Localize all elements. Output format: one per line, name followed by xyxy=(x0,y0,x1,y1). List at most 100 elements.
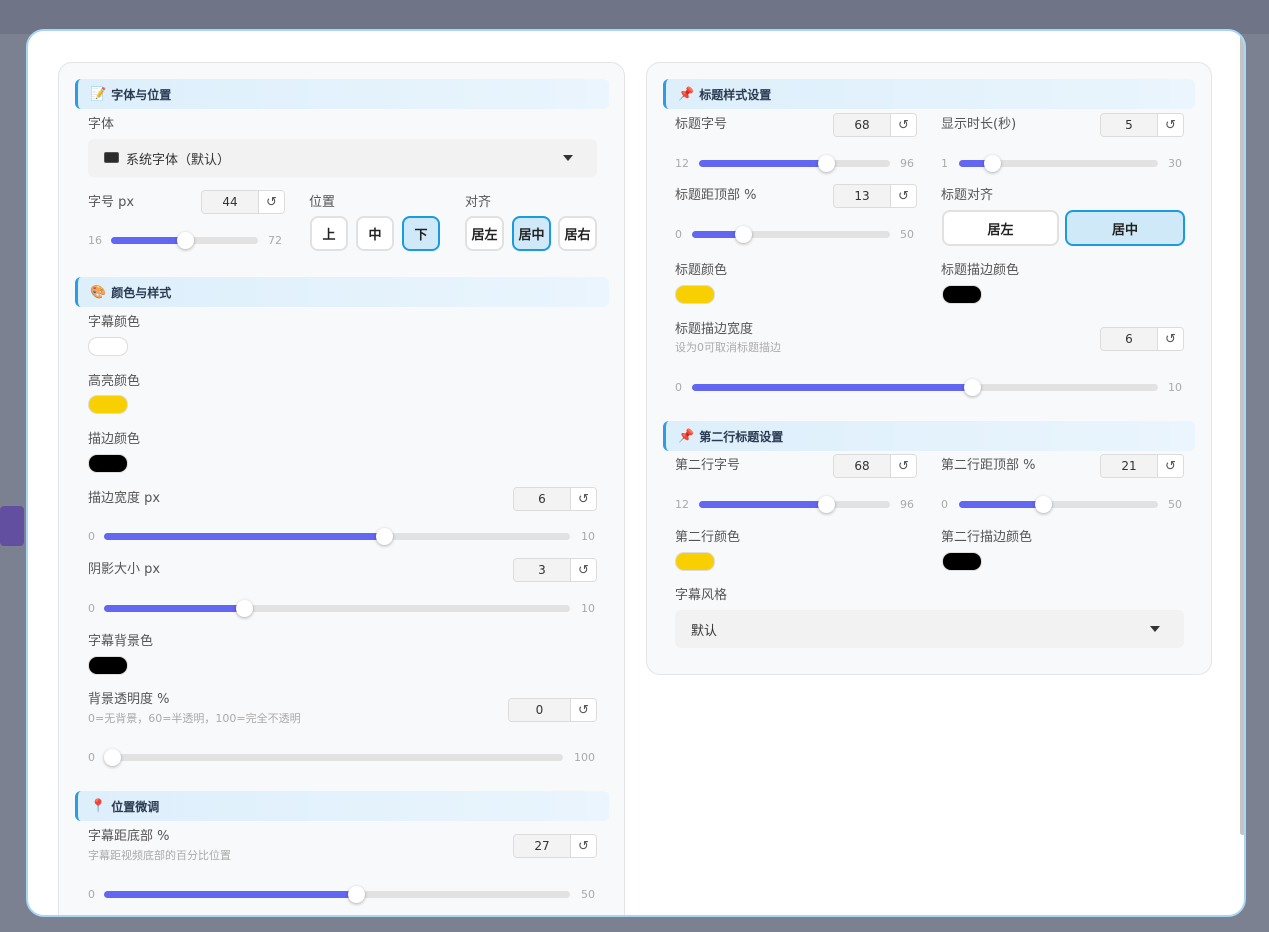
title-top-value[interactable]: 13 xyxy=(834,185,890,207)
second-top-min: 0 xyxy=(941,498,948,511)
duration-slider[interactable] xyxy=(959,155,1158,172)
title-stroke-width-slider[interactable] xyxy=(692,379,1158,396)
title-stroke-color-swatch[interactable] xyxy=(942,285,982,304)
slider-handle[interactable] xyxy=(176,232,194,249)
title-size-max: 96 xyxy=(900,157,914,170)
title-size-slider[interactable] xyxy=(699,155,890,172)
align-right-button[interactable]: 居右 xyxy=(558,216,597,251)
bg-opacity-input[interactable]: 0 ↺ xyxy=(508,698,597,722)
bg-opacity-slider[interactable] xyxy=(104,749,563,766)
slider-handle[interactable] xyxy=(963,379,981,396)
position-middle-button[interactable]: 中 xyxy=(356,216,394,251)
second-stroke-color-swatch[interactable] xyxy=(942,552,982,571)
pushpin-icon: 📌 xyxy=(678,428,695,444)
position-top-button[interactable]: 上 xyxy=(310,216,348,251)
reset-icon[interactable]: ↺ xyxy=(570,699,596,721)
slider-handle[interactable] xyxy=(818,155,836,172)
reset-icon[interactable]: ↺ xyxy=(1157,114,1183,136)
slider-handle[interactable] xyxy=(375,528,393,545)
background-decoration xyxy=(0,506,24,546)
title-stroke-width-min: 0 xyxy=(675,381,682,394)
slider-handle[interactable] xyxy=(104,749,121,766)
title-top-max: 50 xyxy=(900,228,914,241)
reset-icon[interactable]: ↺ xyxy=(570,835,596,857)
title-stroke-width-value[interactable]: 6 xyxy=(1101,328,1157,350)
second-color-label: 第二行颜色 xyxy=(675,530,741,545)
align-center-button[interactable]: 居中 xyxy=(512,216,551,251)
bg-opacity-value[interactable]: 0 xyxy=(509,699,570,721)
stroke-width-slider[interactable] xyxy=(104,528,570,545)
title-top-input[interactable]: 13 ↺ xyxy=(833,184,917,208)
title-top-slider[interactable] xyxy=(692,226,890,243)
second-top-value[interactable]: 21 xyxy=(1101,455,1157,477)
shadow-size-value[interactable]: 3 xyxy=(514,559,570,581)
second-color-swatch[interactable] xyxy=(675,552,715,571)
slider-handle[interactable] xyxy=(818,496,836,513)
font-select[interactable]: 系统字体（默认） xyxy=(88,139,597,177)
second-size-value[interactable]: 68 xyxy=(834,455,890,477)
section-title: 第二行标题设置 xyxy=(699,429,784,444)
highlight-color-swatch[interactable] xyxy=(88,395,128,414)
slider-handle[interactable] xyxy=(1034,496,1052,513)
bg-opacity-min: 0 xyxy=(88,751,95,764)
reset-icon[interactable]: ↺ xyxy=(890,455,916,477)
slider-handle[interactable] xyxy=(235,600,253,617)
font-size-slider[interactable] xyxy=(111,232,258,249)
stroke-color-swatch[interactable] xyxy=(88,454,128,473)
title-align-center-button[interactable]: 居中 xyxy=(1065,210,1185,246)
reset-icon[interactable]: ↺ xyxy=(570,559,596,581)
right-settings-panel: 📌 标题样式设置 标题字号 68 ↺ 12 96 显示时长(秒) 5 ↺ 1 3… xyxy=(646,62,1212,675)
bottom-offset-input[interactable]: 27 ↺ xyxy=(513,834,597,858)
bg-color-swatch[interactable] xyxy=(88,656,128,675)
duration-input[interactable]: 5 ↺ xyxy=(1100,113,1184,137)
highlight-color-label: 高亮颜色 xyxy=(88,374,141,389)
bottom-offset-value[interactable]: 27 xyxy=(514,835,570,857)
palette-icon: 🎨 xyxy=(90,284,107,300)
second-size-max: 96 xyxy=(900,498,914,511)
stroke-width-input[interactable]: 6 ↺ xyxy=(513,487,597,511)
shadow-size-max: 10 xyxy=(581,602,595,615)
stroke-color-label: 描边颜色 xyxy=(88,432,141,447)
reset-icon[interactable]: ↺ xyxy=(1157,455,1183,477)
font-size-min: 16 xyxy=(88,234,102,247)
reset-icon[interactable]: ↺ xyxy=(258,191,284,213)
shadow-size-slider[interactable] xyxy=(104,600,570,617)
title-stroke-width-input[interactable]: 6 ↺ xyxy=(1100,327,1184,351)
font-size-max: 72 xyxy=(268,234,282,247)
font-size-value[interactable]: 44 xyxy=(202,191,258,213)
subtitle-settings-modal: 📝 字体与位置 字体 系统字体（默认） 字号 px 44 ↺ 16 72 位置 … xyxy=(26,29,1246,917)
bottom-offset-min: 0 xyxy=(88,888,95,901)
subtitle-color-swatch[interactable] xyxy=(88,337,128,356)
duration-value[interactable]: 5 xyxy=(1101,114,1157,136)
title-size-value[interactable]: 68 xyxy=(834,114,890,136)
stroke-width-label: 描边宽度 px xyxy=(88,491,161,506)
second-size-slider[interactable] xyxy=(699,496,890,513)
bottom-offset-slider[interactable] xyxy=(104,886,570,903)
slider-handle[interactable] xyxy=(347,886,365,903)
second-top-label: 第二行距顶部 % xyxy=(941,458,1036,473)
font-size-input[interactable]: 44 ↺ xyxy=(201,190,285,214)
bg-opacity-hint: 0=无背景，60=半透明，100=完全不透明 xyxy=(88,712,301,725)
title-align-left-button[interactable]: 居左 xyxy=(942,210,1059,246)
title-color-swatch[interactable] xyxy=(675,285,715,304)
second-top-input[interactable]: 21 ↺ xyxy=(1100,454,1184,478)
second-top-slider[interactable] xyxy=(959,496,1158,513)
slider-handle[interactable] xyxy=(984,155,1002,172)
position-bottom-button[interactable]: 下 xyxy=(402,216,440,251)
modal-scrollbar[interactable] xyxy=(1240,35,1244,835)
shadow-size-label: 阴影大小 px xyxy=(88,562,161,577)
subtitle-style-select[interactable]: 默认 xyxy=(675,610,1184,648)
stroke-width-value[interactable]: 6 xyxy=(514,488,570,510)
align-left-button[interactable]: 居左 xyxy=(465,216,504,251)
shadow-size-input[interactable]: 3 ↺ xyxy=(513,558,597,582)
title-align-label: 标题对齐 xyxy=(941,188,994,203)
stroke-width-min: 0 xyxy=(88,530,95,543)
reset-icon[interactable]: ↺ xyxy=(890,114,916,136)
slider-handle[interactable] xyxy=(735,226,753,243)
reset-icon[interactable]: ↺ xyxy=(890,185,916,207)
second-size-input[interactable]: 68 ↺ xyxy=(833,454,917,478)
reset-icon[interactable]: ↺ xyxy=(1157,328,1183,350)
title-stroke-width-hint: 设为0可取消标题描边 xyxy=(675,341,781,354)
title-size-input[interactable]: 68 ↺ xyxy=(833,113,917,137)
reset-icon[interactable]: ↺ xyxy=(570,488,596,510)
